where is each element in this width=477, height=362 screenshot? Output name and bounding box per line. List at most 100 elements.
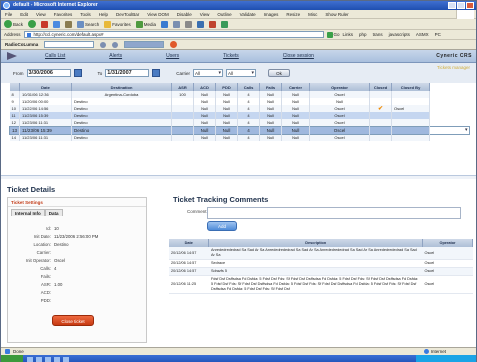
table-row[interactable]: 20/12/06 14:57 Sdrazfs 5 Oscel (169, 267, 473, 276)
add-comment-button[interactable]: Add (207, 221, 237, 231)
nav-calls-list[interactable]: Calls List (23, 53, 87, 59)
search-button[interactable]: Search (77, 20, 99, 28)
minimize-icon[interactable] (448, 2, 456, 9)
col-calls[interactable]: Calls (237, 83, 261, 91)
ok-button[interactable]: Ok (268, 69, 291, 77)
col-description[interactable]: Description (208, 239, 424, 247)
radio-station-select[interactable] (44, 41, 95, 48)
link-javascripts[interactable]: javascripts (389, 32, 410, 37)
table-row[interactable]: 8 10/31/06 12:36 Argentina-Cordoba 100 N… (9, 91, 470, 98)
col-fails[interactable]: Fails (259, 83, 283, 91)
maximize-icon[interactable] (457, 2, 465, 9)
col-pdd[interactable]: PDD (215, 83, 239, 91)
edit-icon[interactable] (197, 20, 205, 28)
home-icon[interactable] (65, 20, 73, 28)
discuss-icon[interactable] (209, 20, 217, 28)
table-row[interactable]: 10 11/22/06 14:56 Destino Null Null 4 Nu… (9, 105, 470, 112)
close-window-icon[interactable] (466, 2, 474, 9)
col-date[interactable]: Date (169, 239, 210, 247)
stop-icon[interactable] (41, 20, 49, 28)
forward-arrow-icon[interactable] (28, 20, 37, 28)
comments-header-row: Date Description Operator (169, 239, 473, 247)
favorites-button[interactable]: Favorites (104, 20, 131, 28)
link-pc[interactable]: PC (435, 32, 441, 37)
messenger-icon[interactable] (221, 20, 229, 28)
refresh-icon[interactable] (53, 20, 61, 28)
col-closed[interactable]: Closed (369, 83, 393, 91)
quick-launch-icon[interactable] (63, 356, 69, 362)
col-closed-by[interactable]: Closed By (391, 83, 431, 91)
carrier-select[interactable]: All (193, 69, 224, 77)
table-row[interactable]: 20/12/06 14:57 Sedrace Oscel (169, 259, 473, 268)
go-button[interactable]: Go (326, 31, 340, 38)
menu-view-dom[interactable]: View DOM (147, 12, 168, 17)
menu-file[interactable]: File (5, 12, 12, 17)
history-icon[interactable] (161, 20, 169, 28)
start-button[interactable] (1, 355, 23, 362)
table-row[interactable]: 13 11/23/06 15:39 Destino Null Null 4 Nu… (9, 126, 470, 134)
media-button[interactable]: Media (135, 20, 156, 28)
calls-table: Date Destination ASR ACD PDD Calls Fails… (9, 83, 470, 141)
table-row[interactable]: 14 11/23/06 11:31 Destino Null Null 4 Nu… (9, 134, 470, 141)
nav-close-session[interactable]: Close session (261, 53, 336, 59)
menu-devtoolbar[interactable]: DevToolBar (116, 12, 139, 17)
table-row[interactable]: 11 11/23/06 15:39 Destino Null Null 4 Nu… (9, 112, 470, 119)
tab-internal-info[interactable]: Internal Info (11, 209, 45, 216)
back-button[interactable]: Back (4, 20, 23, 28)
menu-favorites[interactable]: Favorites (54, 12, 73, 17)
cell-closed-by (391, 134, 431, 141)
field-acd: ACD: (14, 290, 54, 295)
col-carrier[interactable]: Carrier (281, 83, 311, 91)
table-row[interactable]: 20/12/06 11:25 Fdsf Dsf Dsffsdsa Fd Dsfd… (169, 275, 473, 294)
mail-icon[interactable] (173, 20, 181, 28)
radio-volume-slider[interactable] (124, 41, 165, 48)
menu-show-ruler[interactable]: Show Ruler (325, 12, 348, 17)
link-trans[interactable]: trans (373, 32, 383, 37)
menu-images[interactable]: Images (264, 12, 279, 17)
address-input[interactable]: http://ccl.cyneric.com/default.aspx# (23, 31, 324, 38)
menu-disable[interactable]: Disable (177, 12, 192, 17)
link-asmx[interactable]: ASMX (416, 32, 429, 37)
menu-outline[interactable]: Outline (217, 12, 231, 17)
menu-view-2[interactable]: View (200, 12, 210, 17)
nav-tickets[interactable]: Tickets (201, 53, 261, 59)
quick-launch-icon[interactable] (45, 356, 51, 362)
menu-view[interactable]: View (36, 12, 46, 17)
link-php[interactable]: php (359, 32, 367, 37)
menu-misc[interactable]: Misc (308, 12, 317, 17)
links-label[interactable]: Links (343, 32, 354, 37)
close-ticket-button[interactable]: Close ticket (52, 315, 94, 326)
quick-launch-icon[interactable] (54, 356, 60, 362)
nav-users[interactable]: Users (144, 53, 201, 59)
radio-stop-icon[interactable] (112, 41, 119, 48)
menu-help[interactable]: Help (99, 12, 108, 17)
print-icon[interactable] (185, 20, 193, 28)
menu-validate[interactable]: Validate (240, 12, 256, 17)
quick-launch-icon[interactable] (27, 356, 33, 362)
field-label: Init Date: (33, 234, 51, 239)
tab-data[interactable]: Data (44, 209, 63, 216)
status-select[interactable]: All (226, 69, 257, 77)
menu-edit[interactable]: Edit (20, 12, 28, 17)
table-row[interactable]: 12 11/23/06 11:31 Destino Null Null 4 Nu… (9, 119, 470, 126)
table-row[interactable]: 20/12/06 14:57 Anrededrededrad Sa Sad Ar… (169, 247, 473, 260)
col-id[interactable] (9, 83, 21, 91)
col-acd[interactable]: ACD (193, 83, 217, 91)
comment-textarea[interactable] (207, 207, 461, 219)
col-asr[interactable]: ASR (171, 83, 195, 91)
to-date-input[interactable]: 1/31/2007 (105, 69, 150, 77)
col-operator[interactable]: Operator (309, 83, 371, 91)
col-destination[interactable]: Destination (71, 83, 173, 91)
from-calendar-icon[interactable] (73, 69, 82, 77)
menu-tools[interactable]: Tools (80, 12, 91, 17)
col-operator[interactable]: Operator (422, 239, 473, 247)
quick-launch-icon[interactable] (36, 356, 42, 362)
table-row[interactable]: 9 11/20/06 00:00 Destino Null Null 4 Nul… (9, 98, 470, 105)
menu-resize[interactable]: Resize (286, 12, 300, 17)
from-date-input[interactable]: 3/30/2006 (26, 69, 71, 77)
col-date[interactable]: Date (19, 83, 73, 91)
radio-play-icon[interactable] (100, 41, 107, 48)
to-calendar-icon[interactable] (152, 69, 161, 77)
nav-alerts[interactable]: Alerts (87, 53, 144, 59)
cell-acd: Null (193, 105, 217, 112)
